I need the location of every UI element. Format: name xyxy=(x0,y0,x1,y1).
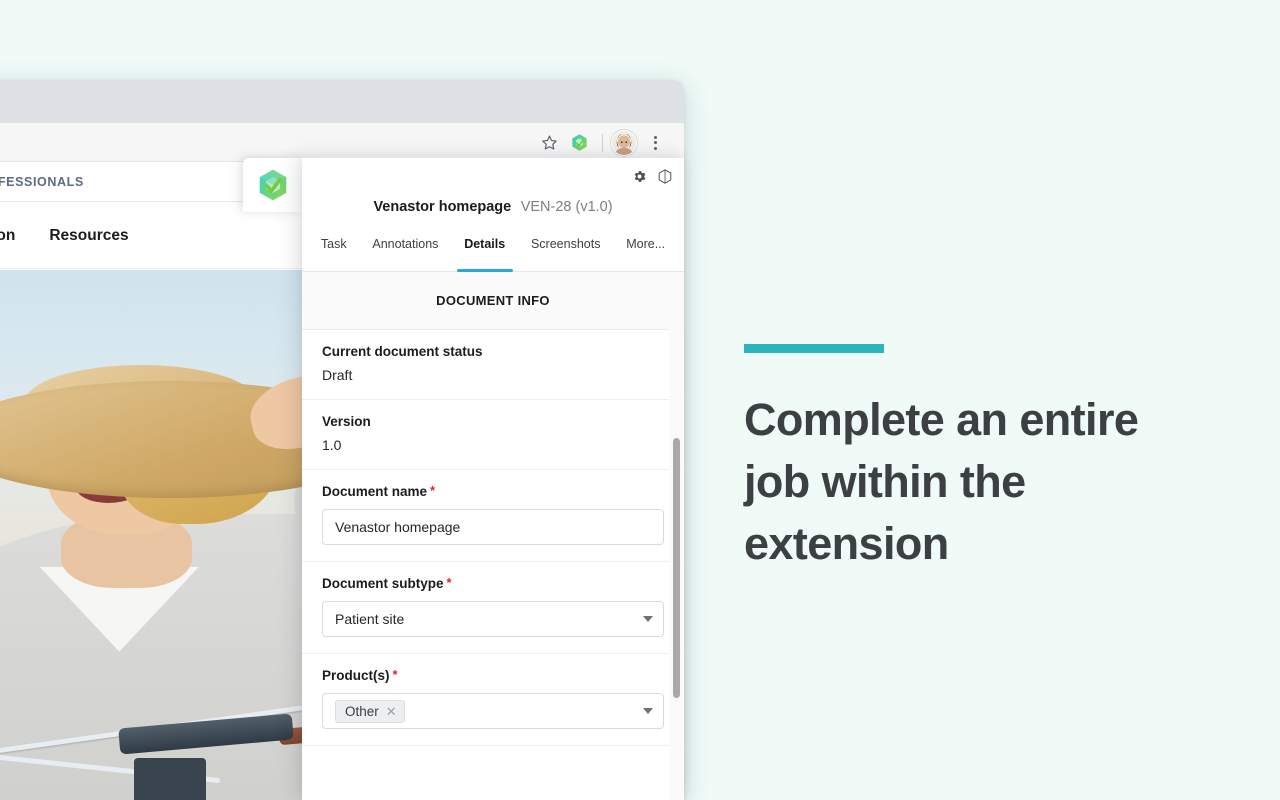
field-document-subtype: Document subtype * Patient site xyxy=(302,562,684,654)
document-subtype-selected-value: Patient site xyxy=(335,611,405,627)
panel-title-row: Venastor homepage VEN-28 (v1.0) xyxy=(302,198,684,216)
products-multiselect[interactable]: Other ✕ xyxy=(322,693,664,729)
extension-logo-icon xyxy=(259,169,287,201)
product-chip-other[interactable]: Other ✕ xyxy=(335,699,405,723)
field-label-products: Product(s) * xyxy=(322,668,664,683)
field-label-text: Document subtype xyxy=(322,576,444,591)
field-label-current-document-status: Current document status xyxy=(322,344,664,359)
browser-toolbar xyxy=(0,123,684,162)
close-icon[interactable]: ✕ xyxy=(386,705,397,718)
extension-logo-card xyxy=(243,158,303,212)
accent-bar xyxy=(744,344,884,353)
toolbar-actions xyxy=(534,123,670,162)
site-nav-item-hypertension[interactable]: hypertension xyxy=(0,227,15,245)
browser-tabstrip[interactable] xyxy=(0,80,684,123)
field-products: Product(s) * Other ✕ xyxy=(302,654,684,746)
field-label-document-subtype: Document subtype * xyxy=(322,576,664,591)
field-document-name: Document name * Venastor homepage xyxy=(302,470,684,562)
panel-document-ref: VEN-28 (v1.0) xyxy=(520,199,613,215)
tab-more-label: More... xyxy=(626,237,666,251)
chevron-down-icon xyxy=(643,708,653,714)
tab-more[interactable]: More... xyxy=(613,236,678,271)
panel-scrollbar-thumb[interactable] xyxy=(673,438,680,698)
panel-header: Venastor homepage VEN-28 (v1.0) xyxy=(302,158,684,236)
hero-bicycle-stem xyxy=(133,757,207,800)
required-marker: * xyxy=(392,667,398,682)
tab-details[interactable]: Details xyxy=(451,236,518,271)
tab-screenshots[interactable]: Screenshots xyxy=(518,236,613,271)
screenshot-stage: E PROFESSIONALS hypertension Resources xyxy=(0,0,1280,800)
chevron-down-icon xyxy=(643,616,653,622)
field-label-text: Version xyxy=(322,414,371,429)
field-value-current-document-status: Draft xyxy=(322,367,353,383)
marketing-headline: Complete an entire job within the extens… xyxy=(744,394,1139,570)
bookmark-star-icon[interactable] xyxy=(534,128,564,158)
document-subtype-select[interactable]: Patient site xyxy=(322,601,664,637)
required-marker: * xyxy=(446,575,452,590)
tab-annotations[interactable]: Annotations xyxy=(359,236,451,271)
tab-details-label: Details xyxy=(464,237,506,251)
panel-document-title: Venastor homepage xyxy=(373,199,512,215)
field-label-document-name: Document name * xyxy=(322,484,664,499)
tab-screenshots-label: Screenshots xyxy=(530,237,601,251)
site-topbar-label: E PROFESSIONALS xyxy=(0,174,84,189)
panel-tabs: Task Annotations Details Screenshots Mor… xyxy=(302,236,684,272)
product-chip-label: Other xyxy=(345,703,379,719)
toolbar-divider xyxy=(602,133,603,152)
tab-task[interactable]: Task xyxy=(308,236,359,271)
field-current-document-status: Current document status Draft xyxy=(302,330,684,400)
extension-side-panel: Venastor homepage VEN-28 (v1.0) Task Ann… xyxy=(302,158,684,800)
marketing-block: Complete an entire job within the extens… xyxy=(744,344,1214,575)
document-name-input[interactable]: Venastor homepage xyxy=(322,509,664,545)
field-label-text: Product(s) xyxy=(322,668,390,683)
panel-header-actions xyxy=(630,167,674,185)
extension-cube-icon[interactable] xyxy=(656,167,674,185)
document-name-input-value: Venastor homepage xyxy=(335,519,461,535)
site-nav-item-resources[interactable]: Resources xyxy=(49,227,128,245)
panel-body[interactable]: DOCUMENT INFO Current document status Dr… xyxy=(302,272,684,800)
tab-task-label: Task xyxy=(320,237,347,251)
field-version: Version 1.0 xyxy=(302,400,684,470)
required-marker: * xyxy=(430,483,436,498)
panel-scrollbar-track[interactable] xyxy=(669,272,683,800)
field-label-text: Document name xyxy=(322,484,428,499)
field-label-version: Version xyxy=(322,414,664,429)
section-title-document-info: DOCUMENT INFO xyxy=(302,272,684,330)
field-value-version: 1.0 xyxy=(322,437,342,453)
chrome-menu-icon[interactable] xyxy=(640,128,670,158)
tab-annotations-label: Annotations xyxy=(372,237,439,251)
field-label-text: Current document status xyxy=(322,344,483,359)
profile-avatar[interactable] xyxy=(611,129,637,156)
extension-logo-icon[interactable] xyxy=(564,128,594,158)
settings-gear-icon[interactable] xyxy=(630,167,648,185)
